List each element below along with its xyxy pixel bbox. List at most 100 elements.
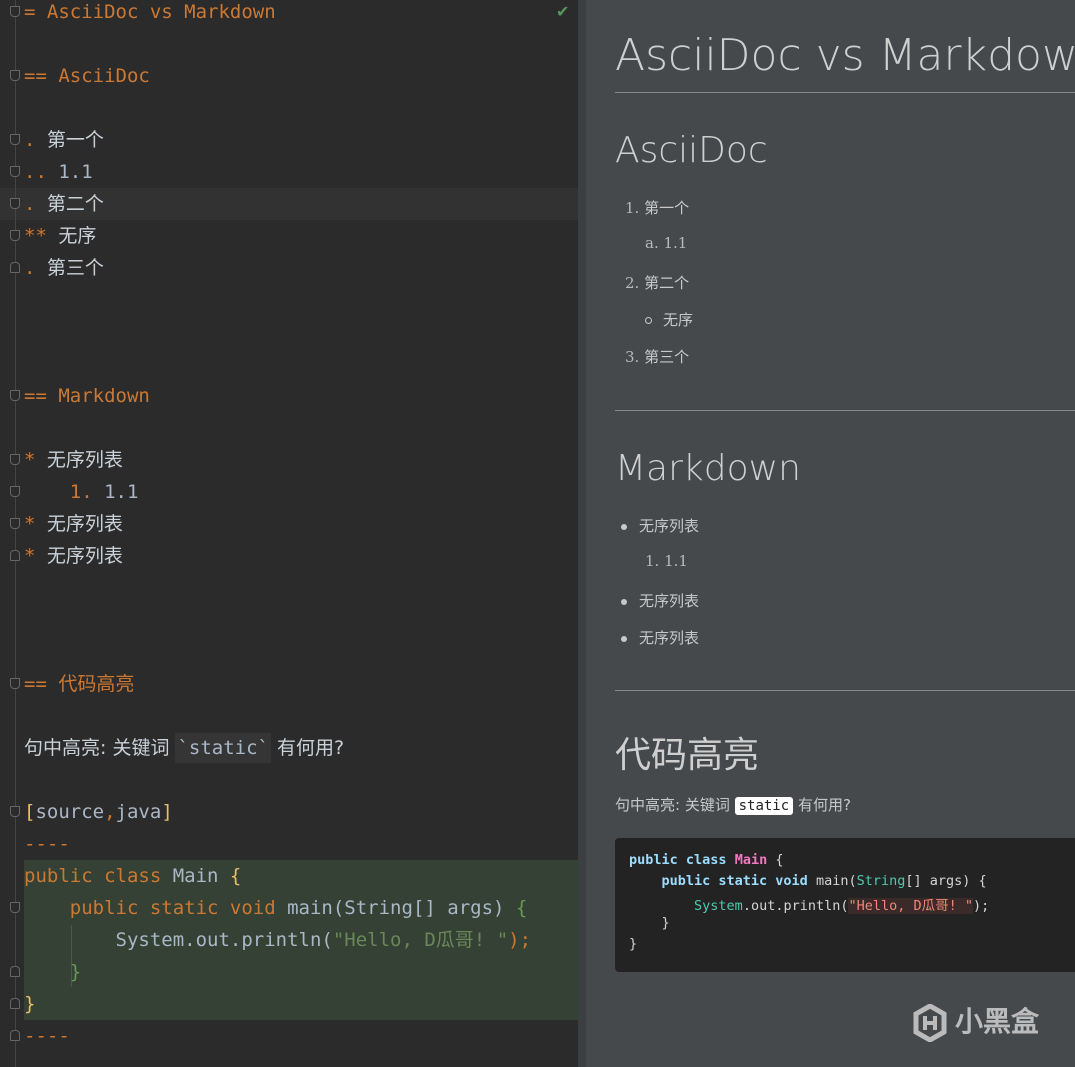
code-text: System.out.println(: [115, 929, 333, 951]
list-marker: .: [24, 257, 36, 279]
ordered-list-item: 3. 第三个: [625, 346, 689, 367]
line-text: 无序列表: [46, 449, 123, 471]
line-text: 第二个: [46, 193, 104, 215]
fold-icon[interactable]: [10, 966, 20, 977]
line-text: 无序: [58, 225, 97, 247]
editor-line[interactable]: . 第三个: [24, 252, 104, 284]
ordered-list-item: 2. 第二个: [625, 272, 689, 293]
editor-line[interactable]: public static void main(String[] args) {: [24, 892, 528, 924]
code-text: );: [508, 929, 532, 951]
line-text: 第一个: [46, 129, 104, 151]
fold-icon[interactable]: [10, 70, 20, 81]
fold-icon[interactable]: [10, 6, 20, 17]
section-heading: 代码高亮: [615, 735, 760, 776]
watermark-text: 小黑盒: [955, 1005, 1040, 1038]
fold-icon[interactable]: [10, 550, 20, 561]
item-text: 无序列表: [639, 629, 700, 647]
keyword: public static void: [69, 897, 276, 919]
bracket: {: [515, 897, 528, 919]
type-name: String: [856, 873, 906, 889]
editor-line[interactable]: == AsciiDoc: [24, 60, 150, 92]
bracket: }: [24, 993, 36, 1015]
line-text: 1.1: [104, 481, 139, 503]
item-text: 第一个: [644, 199, 690, 217]
editor-line[interactable]: * 无序列表: [24, 444, 123, 476]
editor-line[interactable]: [source,java]: [24, 796, 173, 828]
editor-line[interactable]: == Markdown: [24, 380, 150, 412]
bullet-icon: [621, 635, 627, 642]
editor-line[interactable]: }: [24, 956, 81, 988]
page-title: AsciiDoc vs Markdown: [615, 30, 1075, 81]
fold-icon[interactable]: [10, 454, 20, 465]
fold-icon[interactable]: [10, 518, 20, 529]
item-number: 2.: [625, 274, 640, 292]
fold-icon[interactable]: [10, 1030, 20, 1041]
editor-line[interactable]: public class Main {: [24, 860, 241, 892]
editor-line[interactable]: ----: [24, 828, 70, 860]
fold-icon[interactable]: [10, 390, 20, 401]
code-line: }: [629, 936, 637, 952]
xiaoheihe-logo-icon: [913, 1004, 947, 1042]
editor-line[interactable]: . 第二个: [24, 188, 104, 220]
fold-icon[interactable]: [10, 998, 20, 1009]
code-text: main(String[] args): [275, 897, 516, 919]
fold-icon[interactable]: [10, 198, 20, 209]
bracket: [: [24, 801, 36, 823]
list-marker: .: [24, 193, 36, 215]
editor-line[interactable]: ** 无序: [24, 220, 96, 252]
editor-line[interactable]: = AsciiDoc vs Markdown: [24, 0, 276, 28]
fold-icon[interactable]: [10, 262, 20, 273]
editor-pane[interactable]: ✔ = AsciiDoc vs Markdown == AsciiDoc . 第…: [0, 0, 578, 1067]
fold-icon[interactable]: [10, 902, 20, 913]
editor-line[interactable]: * 无序列表: [24, 508, 123, 540]
pane-divider[interactable]: [578, 0, 586, 1067]
list-marker: 1.: [69, 481, 93, 503]
code-text: {: [767, 852, 784, 868]
editor-line[interactable]: System.out.println("Hello, D瓜哥! ");: [24, 924, 532, 956]
line-text: 无序列表: [46, 545, 123, 567]
editor-line[interactable]: ----: [24, 1020, 70, 1052]
item-number: 1.: [625, 199, 640, 217]
item-number: a.: [645, 234, 659, 252]
fold-icon[interactable]: [10, 230, 20, 241]
editor-line[interactable]: . 第一个: [24, 124, 104, 156]
unordered-list-item: 无序列表: [621, 627, 699, 648]
title-rule: [615, 92, 1075, 93]
editor-line[interactable]: 1. 1.1: [24, 476, 139, 508]
bullet-icon: [621, 523, 627, 530]
code-text: }: [661, 915, 670, 931]
code-line: public class Main {: [629, 852, 783, 868]
editor-line[interactable]: * 无序列表: [24, 540, 123, 572]
section-rule: [615, 690, 1075, 691]
ordered-list-item: a. 1.1: [645, 234, 687, 252]
bracket: ]: [161, 801, 173, 823]
line-text: 句中高亮: 关键词: [24, 737, 176, 759]
string-literal: "Hello, D瓜哥! ": [848, 898, 974, 914]
code-text: }: [629, 936, 638, 952]
editor-line[interactable]: 句中高亮: 关键词 `static` 有何用?: [24, 732, 344, 764]
list-marker: .: [24, 129, 36, 151]
fold-icon[interactable]: [10, 678, 20, 689]
code-line: public static void main(String[] args) {: [629, 873, 987, 889]
fold-icon[interactable]: [10, 166, 20, 177]
class-name: Main: [734, 852, 768, 868]
code-line: }: [629, 915, 670, 931]
fold-icon[interactable]: [10, 806, 20, 817]
item-text: 第三个: [644, 348, 690, 366]
keyword: public class: [629, 852, 727, 868]
code-block: public class Main { public static void m…: [615, 838, 1075, 972]
type-name: System: [694, 898, 743, 914]
item-number: 3.: [625, 348, 640, 366]
fold-icon[interactable]: [10, 486, 20, 497]
line-text: 第三个: [46, 257, 104, 279]
list-marker: *: [24, 545, 36, 567]
list-marker: ..: [24, 161, 47, 183]
attr-text: source: [35, 801, 105, 823]
fold-icon[interactable]: [10, 134, 20, 145]
editor-line[interactable]: .. 1.1: [24, 156, 93, 188]
comma: ,: [104, 801, 116, 823]
code-text: .out.println(: [742, 898, 849, 914]
editor-line[interactable]: == 代码高亮: [24, 668, 134, 700]
section-heading: Markdown: [615, 448, 801, 489]
editor-line[interactable]: }: [24, 988, 35, 1020]
